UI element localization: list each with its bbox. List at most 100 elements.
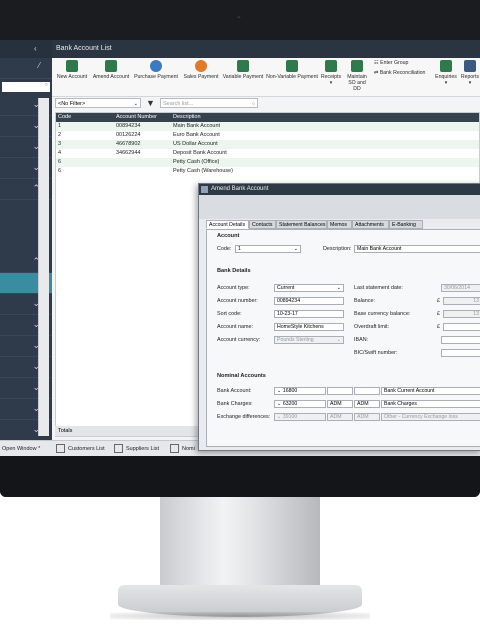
- bank-charges-department-field[interactable]: ADM: [354, 400, 380, 408]
- bank-account-code-field[interactable]: ⌄ 16800: [274, 387, 326, 395]
- exchange-differences-label: Exchange differences:: [217, 414, 271, 420]
- calendar-icon: [351, 60, 363, 72]
- account-type-label: Account type:: [217, 285, 250, 291]
- tab-e-banking[interactable]: E-Banking: [389, 220, 423, 229]
- exchange-differences-name-field: Other - Currency Exchange loss: [381, 413, 480, 421]
- account-currency-label: Account currency:: [217, 337, 261, 343]
- taskbar-nominal[interactable]: Nomi: [170, 444, 195, 454]
- tab-statement-balances[interactable]: Statement Balances: [276, 220, 327, 229]
- bic-label: BIC/Swift number:: [354, 350, 398, 356]
- filter-bar: <No Filter> ⌄ ▼ Search list... ○: [55, 98, 480, 110]
- enter-group-button[interactable]: ☷ Enter Group: [374, 60, 432, 66]
- bank-account-name-field[interactable]: Bank Current Account: [381, 387, 480, 395]
- bank-account-department-field[interactable]: [354, 387, 380, 395]
- iban-field[interactable]: [441, 336, 480, 344]
- monitor-chin: [0, 456, 480, 497]
- sidebar-scrollbar[interactable]: [38, 98, 49, 436]
- bank-icon: [325, 60, 337, 72]
- bank-charges-code-field[interactable]: ⌄ 63200: [274, 400, 326, 408]
- table-row[interactable]: 1 00894234 Main Bank Account: [56, 122, 479, 131]
- description-field[interactable]: Main Bank Account: [354, 245, 480, 253]
- purchase-payment-button[interactable]: Purchase Payment: [132, 60, 180, 80]
- variable-payment-button[interactable]: Variable Payment: [222, 60, 264, 80]
- taskbar-open-window[interactable]: Open Window *: [2, 444, 40, 454]
- chevron-down-icon: ⌄: [133, 101, 138, 107]
- column-header-account-number[interactable]: Account Number: [116, 113, 157, 122]
- chevron-down-icon: ⌄: [277, 401, 282, 407]
- base-balance-field: 13: [443, 310, 480, 318]
- filter-select[interactable]: <No Filter> ⌄: [55, 98, 141, 108]
- balance-field: 13: [443, 297, 480, 305]
- column-header-code[interactable]: Code: [58, 113, 71, 122]
- exchange-differences-cost-centre-field: ADM: [327, 413, 353, 421]
- table-row[interactable]: 3 46678902 US Dollar Account: [56, 140, 479, 149]
- amend-account-button[interactable]: Amend Account: [92, 60, 130, 80]
- bank-icon: [440, 60, 452, 72]
- grid-header: Code Account Number Description: [56, 113, 479, 122]
- bank-charges-name-field[interactable]: Bank Charges: [381, 400, 480, 408]
- bic-field[interactable]: [441, 349, 480, 357]
- account-number-field[interactable]: 00894234: [274, 297, 344, 305]
- list-icon: [56, 444, 65, 454]
- dialog-toolbar: [199, 195, 480, 219]
- account-details-panel: Account Code: 1 ⌄ Description: Main Bank …: [206, 229, 480, 447]
- tab-attachments[interactable]: Attachments: [352, 220, 389, 229]
- sort-code-field[interactable]: 10-23-17: [274, 310, 344, 318]
- bank-account-cost-centre-field[interactable]: [327, 387, 353, 395]
- table-row[interactable]: 4 34662944 Deposit Bank Account: [56, 149, 479, 158]
- screen: ‹ ⁄ ○ ⌄ ⌄ ⌄ ⌄ ⌃ ⌃ ⌄ ⌄ ⌄ ⌄ ⌄ ⌄ ⌄ Bank Acc…: [0, 40, 480, 456]
- chevron-down-icon: ⌄: [336, 337, 341, 343]
- last-statement-field: 30/06/2014: [441, 284, 480, 292]
- non-variable-payment-button[interactable]: Non-Variable Payment: [266, 60, 318, 80]
- report-icon: [464, 60, 476, 72]
- base-balance-label: Base currency balance:: [354, 311, 411, 317]
- iban-label: IBAN:: [354, 337, 369, 343]
- filter-icon[interactable]: ▼: [146, 98, 155, 108]
- list-icon: [170, 444, 179, 454]
- sidebar-item[interactable]: ⁄: [0, 58, 52, 79]
- overdraft-field[interactable]: [443, 323, 480, 331]
- camera-icon: ⌄: [236, 13, 242, 20]
- search-list-input[interactable]: Search list... ○: [160, 98, 258, 108]
- amend-bank-account-dialog: Amend Bank Account Account Details Conta…: [198, 183, 480, 451]
- account-number-label: Account number:: [217, 298, 258, 304]
- taskbar-customers-list[interactable]: Customers List: [56, 444, 105, 454]
- bank-icon: [237, 60, 249, 72]
- bank-charges-cost-centre-field[interactable]: ADM: [327, 400, 353, 408]
- receipts-button[interactable]: Receipts ▾: [320, 60, 342, 86]
- chevron-down-icon: ⌄: [293, 246, 298, 252]
- base-balance-currency-symbol: £: [437, 311, 440, 317]
- table-row[interactable]: 6 Petty Cash (Office): [56, 158, 479, 167]
- account-name-field[interactable]: HomeStyle Kitchens: [274, 323, 344, 331]
- description-label: Description:: [323, 246, 352, 252]
- last-statement-label: Last statement date:: [354, 285, 403, 291]
- person-receipt-icon: [195, 60, 207, 72]
- tab-contacts[interactable]: Contacts: [249, 220, 276, 229]
- sort-code-label: Sort code:: [217, 311, 242, 317]
- table-row[interactable]: 6 Petty Cash (Warehouse): [56, 167, 479, 176]
- sidebar-search-input[interactable]: ○: [2, 82, 50, 92]
- bank-reconciliation-button[interactable]: ⇄ Bank Reconciliation: [374, 70, 434, 76]
- tab-account-details[interactable]: Account Details: [206, 220, 249, 229]
- new-account-button[interactable]: New Account: [54, 60, 90, 80]
- collapse-icon[interactable]: ‹: [34, 44, 37, 53]
- taskbar-suppliers-list[interactable]: Suppliers List: [114, 444, 159, 454]
- bank-icon: [286, 60, 298, 72]
- dialog-title-bar[interactable]: Amend Bank Account: [199, 184, 480, 195]
- toolbar: New Account Amend Account Purchase Payme…: [52, 58, 480, 97]
- person-payment-icon: [150, 60, 162, 72]
- maintain-so-dd-button[interactable]: Maintain SO and DD: [344, 60, 370, 92]
- monitor-bezel: ⌄: [0, 0, 480, 40]
- tab-memos[interactable]: Memos: [327, 220, 352, 229]
- reports-button[interactable]: Reports ▾: [460, 60, 480, 86]
- search-icon: ○: [44, 82, 48, 88]
- balance-label: Balance:: [354, 298, 375, 304]
- account-type-select[interactable]: Current ⌄: [274, 284, 344, 292]
- exchange-differences-code-field: ⌄ 39100: [274, 413, 326, 421]
- code-select[interactable]: 1 ⌄: [235, 245, 301, 253]
- sales-payment-button[interactable]: Sales Payment: [182, 60, 220, 80]
- table-row[interactable]: 2 00126224 Euro Bank Account: [56, 131, 479, 140]
- enquiries-button[interactable]: Enquiries ▾: [434, 60, 458, 86]
- pin-icon[interactable]: ⁄: [39, 61, 40, 70]
- column-header-description[interactable]: Description: [173, 113, 201, 122]
